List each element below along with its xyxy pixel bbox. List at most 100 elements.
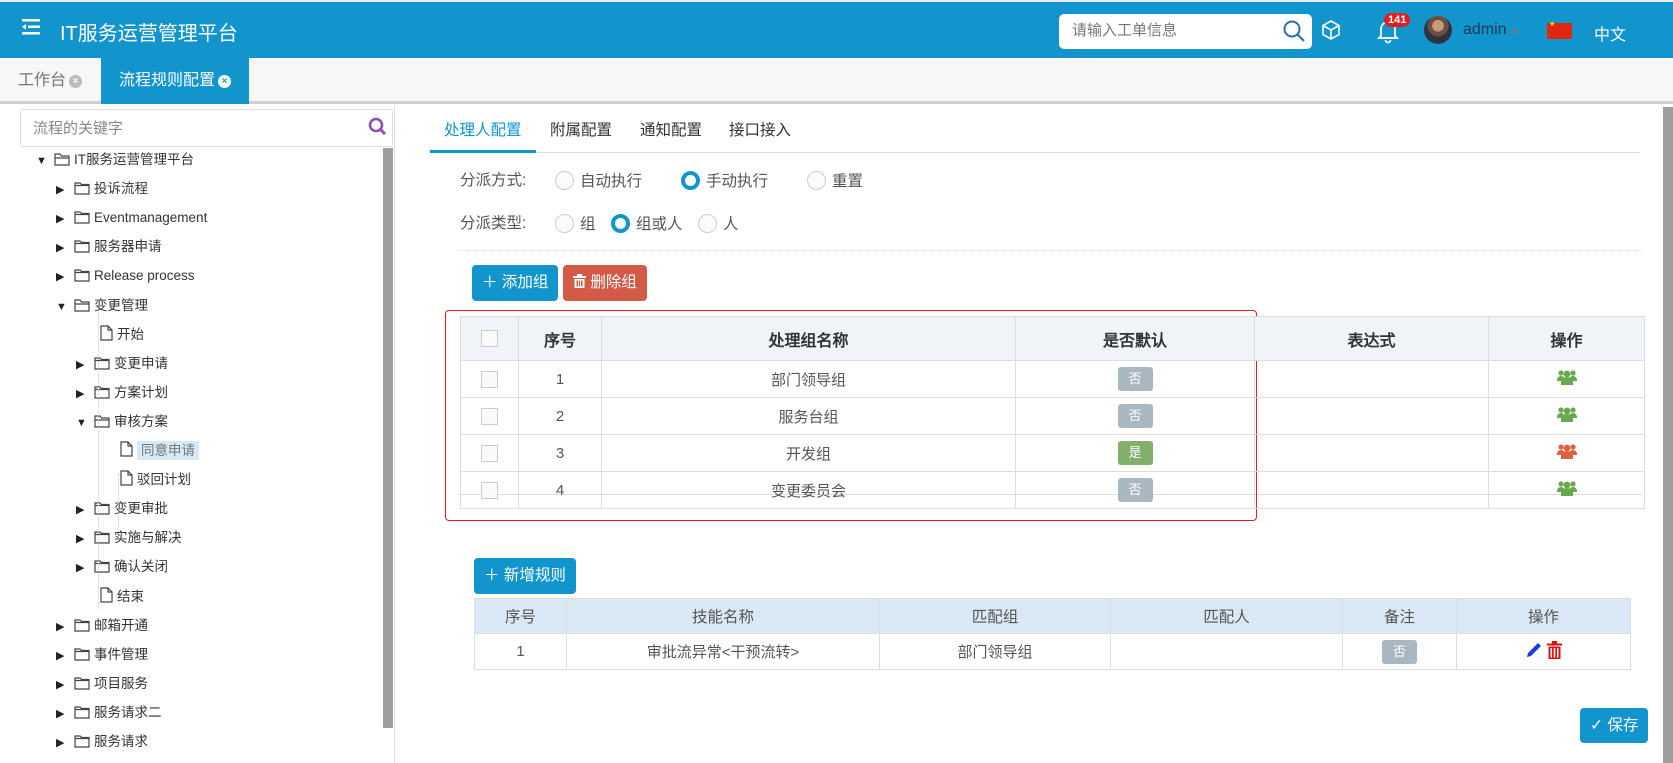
tree-node[interactable]: 同意申请 bbox=[116, 439, 199, 463]
radio-circle[interactable] bbox=[555, 171, 574, 190]
sidebar-scrollbar[interactable] bbox=[383, 148, 393, 728]
radio-group-or-person[interactable]: 组或人 bbox=[611, 212, 683, 234]
caret-right-icon[interactable]: ▶ bbox=[76, 556, 90, 580]
tab-process-rules[interactable]: 流程规则配置 × bbox=[101, 58, 250, 104]
radio-group[interactable]: 组 bbox=[555, 212, 596, 234]
tab-handler-config[interactable]: 处理人配置 bbox=[430, 112, 536, 153]
china-flag-icon[interactable] bbox=[1547, 20, 1572, 39]
tab-workbench[interactable]: 工作台 × bbox=[0, 58, 100, 104]
caret-right-icon[interactable]: ▶ bbox=[56, 644, 70, 668]
tree-node[interactable]: ▶ 邮箱开通 bbox=[56, 614, 148, 638]
default-badge[interactable]: 是 bbox=[1117, 441, 1153, 465]
caret-right-icon[interactable]: ▶ bbox=[56, 236, 70, 260]
delete-group-button[interactable]: 删除组 bbox=[563, 265, 647, 301]
rule-table: 序号 技能名称 匹配组 匹配人 备注 操作 1 审批流异常<干预流转> 部门领导组 否 bbox=[474, 598, 1631, 670]
close-icon[interactable]: × bbox=[69, 75, 83, 88]
radio-circle[interactable] bbox=[681, 171, 700, 190]
radio-circle[interactable] bbox=[555, 214, 574, 233]
column-header: 操作 bbox=[1456, 598, 1631, 634]
save-button[interactable]: ✓ 保存 bbox=[1580, 708, 1649, 743]
users-icon[interactable] bbox=[1556, 407, 1577, 426]
default-badge[interactable]: 否 bbox=[1117, 478, 1153, 502]
column-header: 技能名称 bbox=[566, 598, 880, 634]
tree-node[interactable]: 结束 bbox=[96, 585, 144, 609]
tree-node[interactable]: ▶ 投诉流程 bbox=[56, 177, 148, 201]
delete-trash-icon[interactable] bbox=[1547, 640, 1563, 663]
caret-right-icon[interactable]: ▶ bbox=[76, 353, 90, 377]
add-rule-button[interactable]: ＋ 新增规则 bbox=[474, 558, 576, 594]
expression-cell bbox=[1254, 471, 1489, 509]
caret-right-icon[interactable]: ▶ bbox=[56, 702, 70, 726]
tree-node[interactable]: ▶ 变更审批 bbox=[76, 497, 168, 521]
caret-right-icon[interactable]: ▶ bbox=[56, 731, 70, 755]
tree-node[interactable]: ▶ 服务器申请 bbox=[56, 235, 162, 259]
tree-node[interactable]: ▶ 方案计划 bbox=[76, 381, 168, 405]
caret-right-icon[interactable]: ▶ bbox=[76, 382, 90, 406]
folder-icon bbox=[74, 208, 90, 232]
caret-down-icon[interactable]: ▼ bbox=[56, 295, 70, 319]
users-icon[interactable] bbox=[1556, 481, 1577, 500]
plus-icon: ＋ bbox=[482, 274, 498, 291]
radio-circle[interactable] bbox=[807, 171, 826, 190]
tree-search-input[interactable] bbox=[21, 110, 341, 146]
search-icon[interactable] bbox=[1282, 19, 1306, 48]
radio-auto-execute[interactable]: 自动执行 bbox=[555, 169, 642, 191]
tree-node[interactable]: ▼ 审核方案 bbox=[76, 410, 168, 434]
tree-node[interactable]: ▼ 变更管理 bbox=[56, 294, 148, 318]
user-avatar[interactable] bbox=[1424, 16, 1452, 44]
row-checkbox[interactable] bbox=[481, 444, 498, 462]
action-cell bbox=[1488, 360, 1645, 398]
caret-right-icon[interactable]: ▶ bbox=[56, 673, 70, 697]
radio-person[interactable]: 人 bbox=[698, 212, 739, 234]
tree-search bbox=[20, 109, 393, 147]
tab-auxiliary-config[interactable]: 附属配置 bbox=[536, 112, 626, 153]
tree-node[interactable]: 驳回计划 bbox=[116, 468, 191, 492]
caret-down-icon[interactable]: ▼ bbox=[36, 149, 50, 173]
tree-node[interactable]: ▶ 项目服务 bbox=[56, 672, 148, 696]
main-scrollbar[interactable] bbox=[1663, 107, 1673, 763]
default-badge[interactable]: 否 bbox=[1117, 404, 1153, 428]
language-switch[interactable]: 中文 bbox=[1594, 21, 1626, 45]
caret-right-icon[interactable]: ▶ bbox=[76, 527, 90, 551]
add-group-button[interactable]: ＋ 添加组 bbox=[472, 265, 559, 301]
tree-node[interactable]: ▶ Eventmanagement bbox=[56, 206, 207, 230]
tree-node[interactable]: ▶ 确认关闭 bbox=[76, 555, 168, 579]
caret-right-icon[interactable]: ▶ bbox=[76, 498, 90, 522]
users-icon[interactable] bbox=[1556, 370, 1577, 389]
column-header: 序号 bbox=[518, 316, 602, 361]
select-all-checkbox[interactable] bbox=[481, 329, 498, 347]
user-menu[interactable]: admin bbox=[1463, 21, 1507, 39]
chevron-down-icon[interactable] bbox=[1511, 30, 1519, 35]
caret-down-icon[interactable]: ▼ bbox=[76, 411, 90, 435]
tree-node[interactable]: ▶ 服务请求 bbox=[56, 730, 148, 754]
tree-node[interactable]: ▶ 实施与解决 bbox=[76, 526, 182, 550]
tree-node[interactable]: ▶ 服务请求二 bbox=[56, 701, 162, 725]
radio-label: 手动执行 bbox=[706, 173, 769, 190]
tree-node[interactable]: ▶ 变更申请 bbox=[76, 352, 168, 376]
row-checkbox[interactable] bbox=[481, 481, 498, 499]
radio-manual-execute[interactable]: 手动执行 bbox=[681, 169, 768, 191]
tree-node[interactable]: ▶ 事件管理 bbox=[56, 643, 148, 667]
ticket-search-input[interactable] bbox=[1059, 14, 1259, 47]
tree-node[interactable]: 开始 bbox=[96, 323, 144, 347]
tab-notification-config[interactable]: 通知配置 bbox=[626, 112, 716, 153]
tree-node[interactable]: ▶ Release process bbox=[56, 264, 195, 288]
radio-reset[interactable]: 重置 bbox=[807, 169, 863, 191]
caret-right-icon[interactable]: ▶ bbox=[56, 207, 70, 231]
cube-icon[interactable] bbox=[1320, 19, 1342, 46]
close-icon[interactable]: × bbox=[218, 75, 232, 88]
caret-right-icon[interactable]: ▶ bbox=[56, 178, 70, 202]
radio-circle[interactable] bbox=[611, 214, 630, 233]
search-icon[interactable] bbox=[368, 117, 388, 142]
caret-right-icon[interactable]: ▶ bbox=[56, 265, 70, 289]
row-checkbox[interactable] bbox=[481, 370, 498, 388]
caret-right-icon[interactable]: ▶ bbox=[56, 615, 70, 639]
tab-interface-access[interactable]: 接口接入 bbox=[715, 112, 805, 153]
users-icon[interactable] bbox=[1556, 444, 1577, 463]
default-badge[interactable]: 否 bbox=[1117, 367, 1153, 391]
menu-toggle-icon[interactable] bbox=[22, 18, 42, 36]
row-checkbox[interactable] bbox=[481, 407, 498, 425]
edit-pencil-icon[interactable] bbox=[1525, 642, 1543, 663]
radio-circle[interactable] bbox=[698, 214, 717, 233]
tree-node[interactable]: ▼ IT服务运营管理平台 bbox=[36, 148, 194, 172]
